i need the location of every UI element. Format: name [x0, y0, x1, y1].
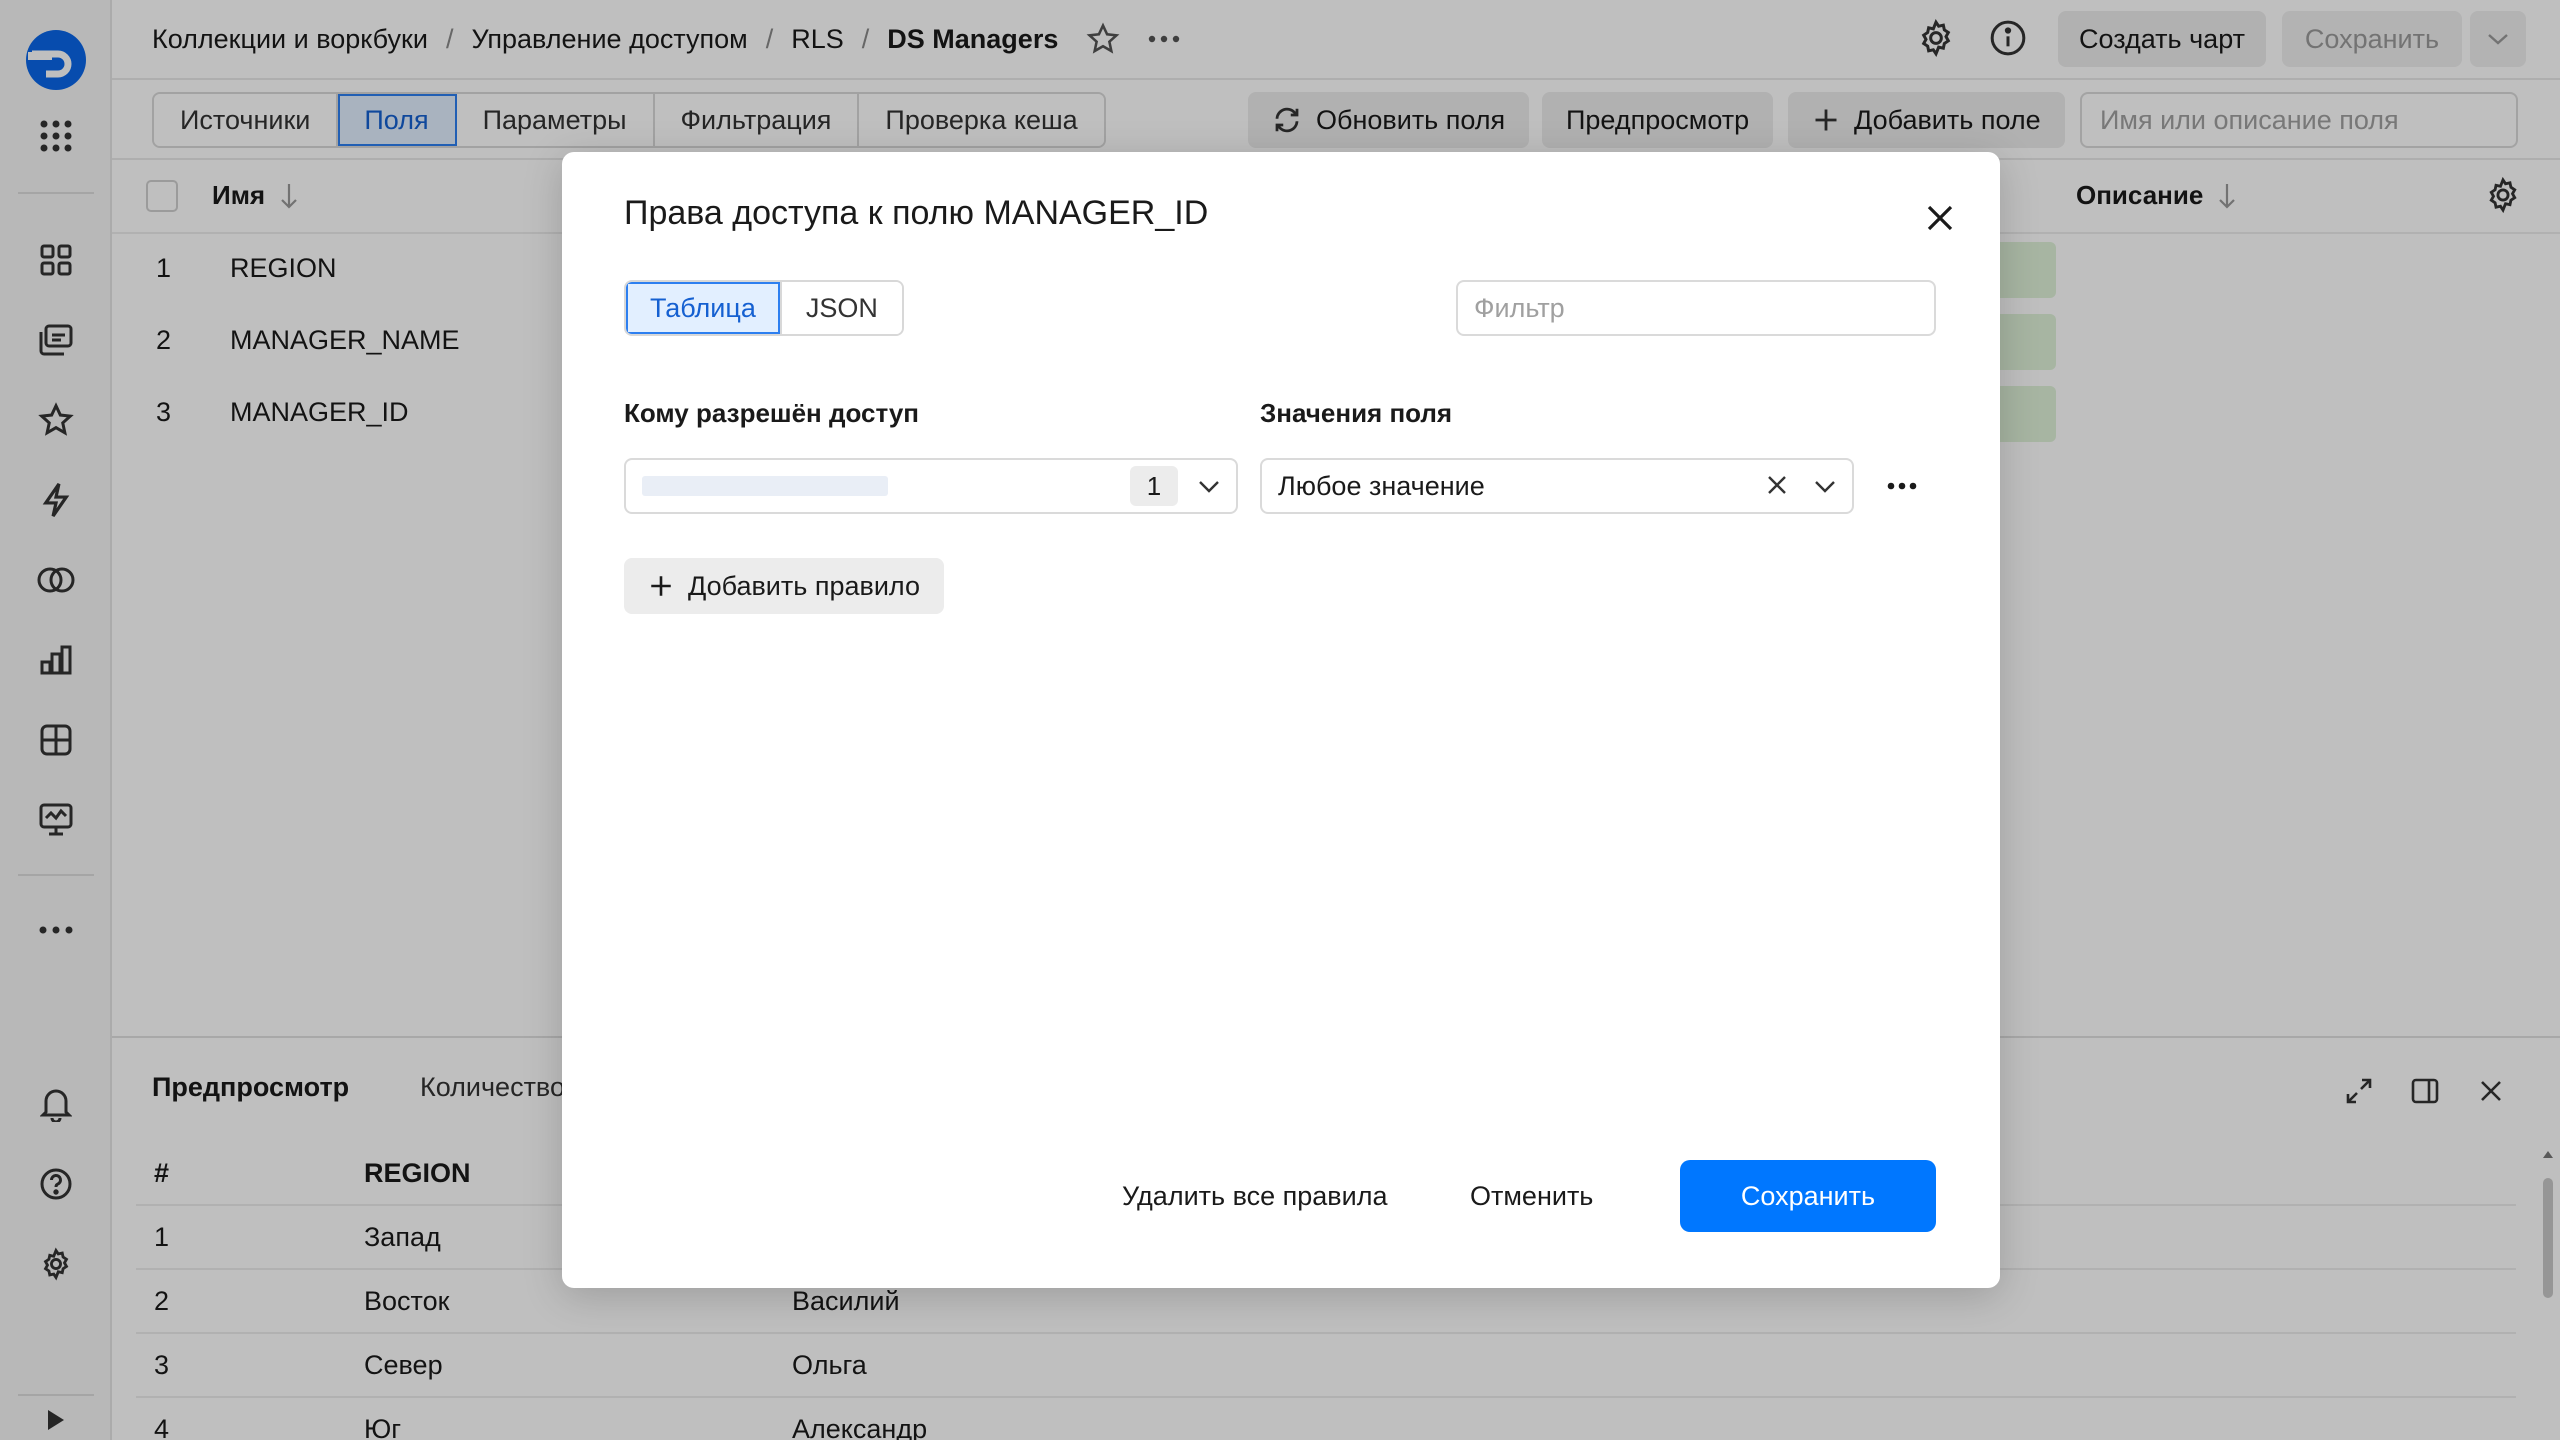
- chevron-down-icon: [1812, 474, 1838, 498]
- tab-json-view[interactable]: JSON: [779, 282, 902, 334]
- subjects-select[interactable]: 1: [624, 458, 1238, 514]
- add-rule-button[interactable]: Добавить правило: [624, 558, 944, 614]
- field-values-label: Значения поля: [1260, 398, 1453, 428]
- field-values-select[interactable]: Любое значение: [1260, 458, 1854, 514]
- tab-table-view[interactable]: Таблица: [626, 282, 780, 334]
- subject-placeholder: [642, 476, 888, 496]
- dialog-title: Права доступа к полю MANAGER_ID: [624, 194, 1209, 232]
- who-access-label: Кому разрешён доступ: [624, 398, 920, 428]
- plus-icon: [651, 576, 671, 596]
- field-values-current: Любое значение: [1278, 470, 1485, 501]
- rule-more-icon[interactable]: [1880, 466, 1924, 506]
- add-rule-label: Добавить правило: [688, 570, 920, 601]
- cancel-button[interactable]: Отменить: [1470, 1160, 1593, 1232]
- filter-input[interactable]: Фильтр: [1456, 280, 1936, 336]
- close-icon[interactable]: [1920, 198, 1960, 238]
- subjects-count-badge: 1: [1130, 466, 1178, 506]
- view-mode-switch: Таблица JSON: [624, 280, 904, 336]
- save-button[interactable]: Сохранить: [1680, 1160, 1936, 1232]
- delete-all-rules-button[interactable]: Удалить все правила: [1122, 1160, 1388, 1232]
- field-access-dialog: Права доступа к полю MANAGER_ID Таблица …: [562, 152, 2000, 1288]
- chevron-down-icon: [1196, 474, 1222, 498]
- filter-placeholder: Фильтр: [1474, 292, 1565, 323]
- clear-value-icon[interactable]: [1764, 472, 1790, 498]
